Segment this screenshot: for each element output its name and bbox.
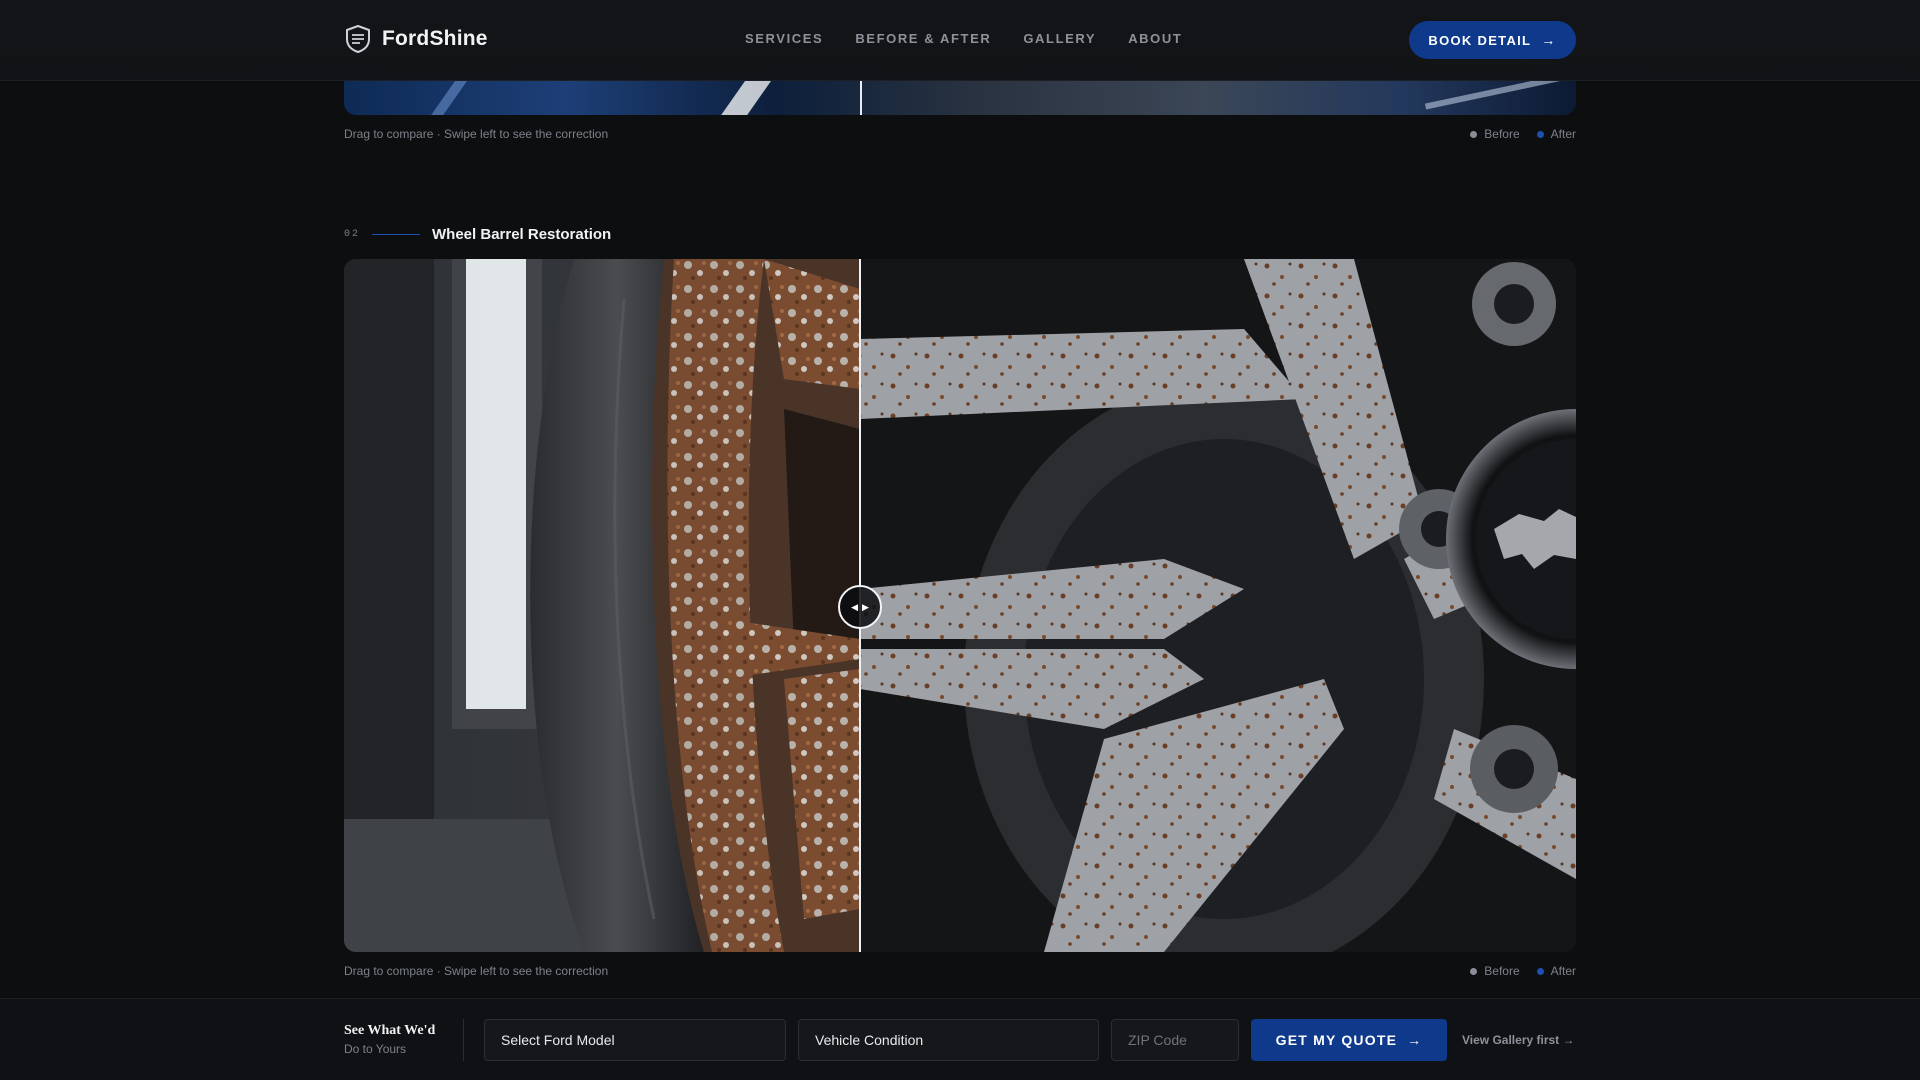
- shield-logo-icon: [346, 24, 370, 54]
- zip-code-input[interactable]: ZIP Code: [1111, 1019, 1239, 1061]
- comparison-1-divider[interactable]: [860, 81, 862, 115]
- main-nav: SERVICES BEFORE & AFTER GALLERY ABOUT: [745, 31, 1182, 46]
- before-dot-icon: [1470, 967, 1478, 975]
- book-detail-button[interactable]: BOOK DETAIL →: [1409, 21, 1576, 59]
- logo[interactable]: FordShine: [344, 24, 488, 54]
- comparison-2-legend: Before After: [1470, 964, 1576, 978]
- view-gallery-link[interactable]: View Gallery first →: [1462, 1033, 1575, 1047]
- comparison-1-caption: Drag to compare · Swipe left to see the …: [344, 127, 609, 141]
- ford-model-select[interactable]: Select Ford Model: [484, 1019, 786, 1061]
- legend-before-label: Before: [1484, 964, 1520, 978]
- section-divider-line: [372, 234, 421, 235]
- comparison-2-image[interactable]: ◀ ▶: [344, 259, 1576, 952]
- comparison-drag-handle[interactable]: ◀ ▶: [838, 585, 882, 629]
- comparison-2-caption-row: Drag to compare · Swipe left to see the …: [344, 964, 1576, 978]
- brand-name: FordShine: [382, 27, 488, 50]
- nav-about[interactable]: ABOUT: [1128, 31, 1182, 46]
- quote-bar: See What We'd Do to Yours Select Ford Mo…: [0, 998, 1920, 1080]
- arrow-right-icon: →: [1541, 32, 1557, 48]
- legend-before-label: Before: [1484, 127, 1520, 141]
- triangle-left-icon: ◀: [851, 601, 858, 612]
- nav-gallery[interactable]: GALLERY: [1023, 31, 1096, 46]
- section-title: Wheel Barrel Restoration: [432, 226, 612, 243]
- view-gallery-label: View Gallery first: [1462, 1033, 1560, 1047]
- triangle-right-icon: ▶: [862, 601, 869, 612]
- page: FordShine SERVICES BEFORE & AFTER GALLER…: [0, 0, 1920, 1080]
- before-dot-icon: [1470, 130, 1478, 138]
- comparison-1-image[interactable]: [344, 81, 1576, 115]
- section-number: 02: [344, 229, 361, 240]
- quote-bar-subtitle: Do to Yours: [344, 1042, 407, 1056]
- comparison-1-legend: Before After: [1470, 127, 1576, 141]
- site-header: FordShine SERVICES BEFORE & AFTER GALLER…: [0, 0, 1920, 81]
- nav-services[interactable]: SERVICES: [745, 31, 823, 46]
- quote-bar-title: See What We'd: [344, 1023, 436, 1038]
- quote-bar-separator: [463, 1019, 464, 1061]
- section-heading: 02 Wheel Barrel Restoration: [344, 226, 611, 243]
- get-quote-label: GET MY QUOTE: [1275, 1032, 1398, 1048]
- wheel-photo: [344, 259, 1576, 952]
- nav-before-after[interactable]: BEFORE & AFTER: [855, 31, 991, 46]
- get-quote-button[interactable]: GET MY QUOTE →: [1251, 1019, 1447, 1061]
- after-dot-icon: [1536, 130, 1544, 138]
- legend-after-label: After: [1550, 964, 1576, 978]
- vehicle-condition-select[interactable]: Vehicle Condition: [798, 1019, 1099, 1061]
- comparison-1-caption-row: Drag to compare · Swipe left to see the …: [344, 127, 1576, 141]
- legend-after-label: After: [1550, 127, 1576, 141]
- after-dot-icon: [1536, 967, 1544, 975]
- book-detail-label: BOOK DETAIL: [1428, 32, 1532, 48]
- comparison-2-caption: Drag to compare · Swipe left to see the …: [344, 964, 609, 978]
- arrow-right-icon: →: [1407, 1032, 1423, 1048]
- arrow-right-icon: →: [1562, 1033, 1575, 1047]
